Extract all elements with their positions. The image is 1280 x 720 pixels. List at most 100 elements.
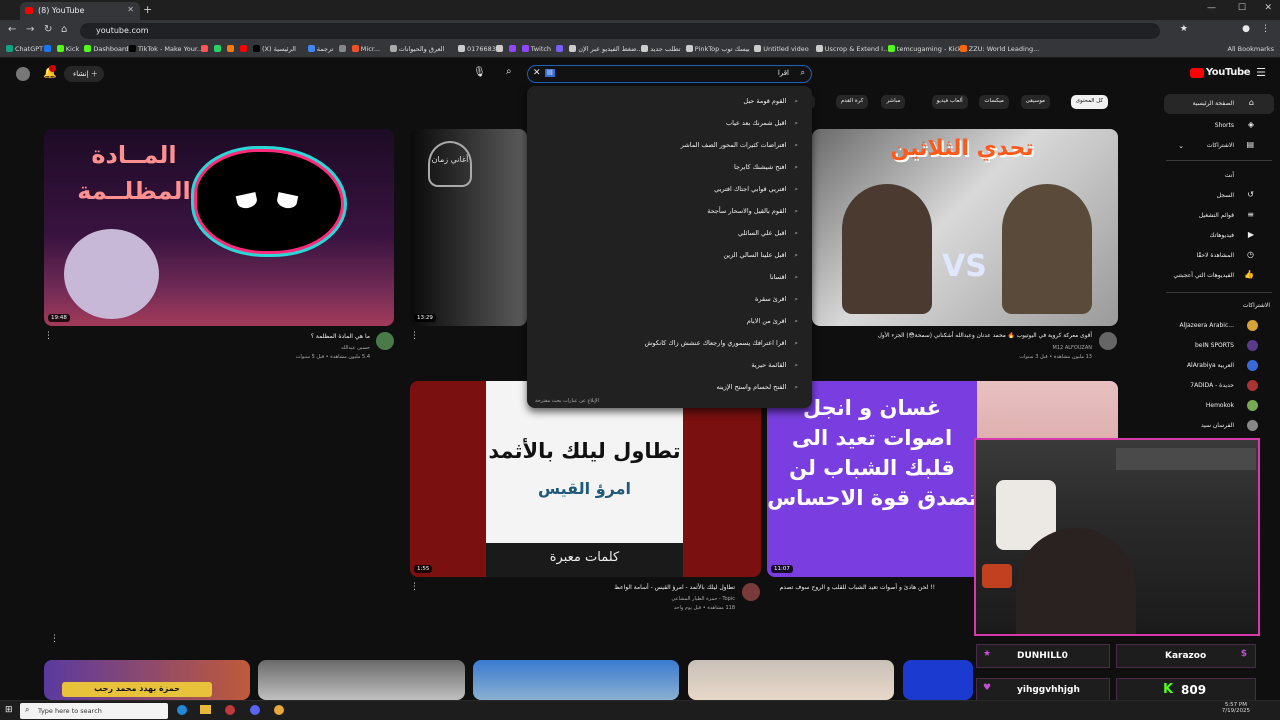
video-options-icon[interactable]: ⋮ [410,582,419,592]
bookmark-item[interactable]: 0176683 [458,45,496,53]
bookmark-item[interactable] [556,45,565,53]
bookmark-item[interactable]: Kick [56,45,79,53]
sidebar-item-shorts[interactable]: Shorts [1215,122,1234,129]
video-thumbnail[interactable] [473,660,679,700]
bookmark-item[interactable] [201,45,210,53]
bookmark-item[interactable]: تطلب جديد [641,45,681,53]
sidebar-item-your-videos[interactable]: فيديوهاتك [1210,232,1234,239]
hamburger-menu-icon[interactable]: ☰ [1256,66,1266,79]
bookmark-item[interactable]: ZZU: World Leading... [959,45,1039,53]
search-suggestion-item[interactable]: اقرا اعترافك يسموري وارجعاك عنشش زاك كان… [645,339,799,348]
search-suggestion-item[interactable]: اقرئ سقرة ⌕ [755,295,798,304]
sidebar-channel-item[interactable]: AlJazeera Arabic... [1179,322,1234,329]
tab-youtube[interactable]: (8) YouTube ✕ [20,2,140,20]
search-suggestion-item[interactable]: افتح شيشنك كابرجا ⌕ [734,163,798,172]
youtube-logo[interactable]: YouTube ☰ [1189,66,1266,79]
video-thumbnail[interactable]: تحدي الثلاثين VS [812,129,1118,326]
forward-icon[interactable]: → [26,24,34,35]
discord-icon[interactable] [250,705,260,715]
search-suggestion-item[interactable]: اقسانا ⌕ [770,273,798,282]
search-suggestion-item[interactable]: اقبل علي السائلي ⌕ [738,229,798,238]
bookmark-item[interactable]: ترجمة [307,45,333,53]
bookmark-item[interactable]: ChatGPT [6,45,43,53]
search-suggestion-item[interactable]: القوم بالقيل والاسحار سأجحة ⌕ [707,207,798,216]
chrome-icon[interactable] [274,705,284,715]
video-options-icon[interactable]: ⋮ [410,331,419,341]
video-thumbnail[interactable]: حمزة بهدد محمد رجب [44,660,250,700]
chip-filter[interactable]: كل المحتوى [1070,95,1108,109]
bookmark-item[interactable]: PinkTop بيسك توب [685,45,750,53]
chip-filter[interactable]: مباشر [881,95,906,109]
chip-filter[interactable]: ألعاب فيديو [931,95,968,109]
microphone-icon[interactable]: 🎙 [473,67,486,78]
file-explorer-icon[interactable] [200,705,211,714]
close-window-icon[interactable]: ✕ [1264,3,1272,13]
video-options-icon[interactable]: ⋮ [44,331,53,341]
bookmark-item[interactable]: Uscrop & Extend I... [815,45,889,53]
edge-icon[interactable] [177,705,187,715]
video-thumbnail[interactable]: المــادة المظلــمة 19:48 [44,129,394,326]
video-title[interactable]: !! لحن هادئ و أصوات تعيد الشباب للقلب و … [780,584,935,591]
bookmark-item[interactable]: temcugaming - Kick... [887,45,968,53]
create-button[interactable]: إنشاء ＋ [64,66,104,82]
search-suggestion-item[interactable]: القوم قومة حبل ⌕ [743,97,798,106]
home-icon[interactable]: ⌂ [61,24,67,35]
video-channel[interactable]: حسين عبدالله [341,345,370,351]
video-thumbnail[interactable]: أغاني زمان 13:29 [410,129,527,326]
avatar[interactable] [16,67,30,81]
chevron-down-icon[interactable]: ⌄ [1178,142,1184,150]
bookmark-item[interactable] [508,45,518,53]
bookmark-item[interactable] [338,45,348,53]
sidebar-item-liked[interactable]: الفيديوهات التي أعجبتني [1173,272,1234,279]
search-suggestion-item[interactable]: افتريي قوابي اجتاك افتريي ⌕ [714,185,798,194]
chip-filter[interactable]: موسيقى [1020,95,1050,109]
sidebar-channel-item[interactable]: 7ADIDA - حديدة [1190,382,1234,389]
bookmark-item[interactable] [495,45,505,53]
bookmark-item[interactable] [214,45,223,53]
app-icon[interactable] [225,705,235,715]
bookmark-item[interactable]: Dashboard [84,45,129,53]
bookmark-item[interactable]: ضغط الفيديو عبر الإن... [569,45,643,53]
search-input[interactable]: ✕ ااا اقرا ⌕ [527,65,812,83]
chip-filter[interactable]: ميكسات [979,95,1009,109]
video-title[interactable]: أقوى معركة كروية في اليوتيوب 🔥 محمد عدنا… [878,333,1092,339]
search-suggestion-item[interactable]: القائمة حيرية ⌕ [751,361,798,370]
search-icon[interactable]: ⌕ [506,66,512,77]
chip-filter[interactable]: كرة القدم [835,95,869,109]
sidebar-channel-item[interactable]: beIN SPORTS [1195,342,1234,349]
minimize-icon[interactable]: — [1207,3,1216,13]
video-title[interactable]: تطاول ليلك بالأثمد - امرؤ القيس - أسامة … [614,584,735,591]
report-suggestions-link[interactable]: الإبلاغ عن عبارات بحث مقترحة [535,398,599,404]
bookmark-item[interactable] [227,45,236,53]
bookmark-item[interactable]: Untitled video [754,45,809,53]
search-suggestion-item[interactable]: اقبل علينا السالي الزين ⌕ [723,251,798,260]
bookmark-item[interactable]: TikTok - Make Your... [129,45,203,53]
bookmark-item[interactable] [43,45,53,53]
search-suggestion-item[interactable]: اقبل شمرنك بعد عياب ⌕ [726,119,798,128]
video-channel[interactable]: Topic - حمزة الطيار المشاعي [672,596,736,602]
sidebar-item-subscriptions[interactable]: الاشتراكات [1207,142,1234,149]
back-icon[interactable]: ← [8,24,16,35]
video-thumbnail[interactable] [688,660,894,700]
video-title[interactable]: ما هي المادة المظلمة ؟ [311,333,370,340]
url-input[interactable]: youtube.com [80,23,1160,39]
search-suggestion-item[interactable]: الفتح لحسام واستح الإزينه ⌕ [716,383,798,392]
reload-icon[interactable]: ↻ [44,24,52,35]
video-thumbnail[interactable] [258,660,465,700]
bookmark-item[interactable]: Twitch [521,45,551,53]
sidebar-item-watch-later[interactable]: المشاهدة لاحقًا [1196,252,1234,259]
maximize-icon[interactable]: ☐ [1238,3,1246,13]
search-suggestion-item[interactable]: افتراضات كثيرات المحور الصف الماشر ⌕ [681,141,798,150]
channel-avatar[interactable] [742,583,760,601]
bookmark-item[interactable]: العرق والحيوانات [389,45,444,53]
bookmark-item[interactable]: (X) الرئيسية [253,45,296,53]
all-bookmarks-button[interactable]: All Bookmarks [1228,45,1274,53]
sidebar-channel-item[interactable]: الفرسان سيد [1201,422,1234,429]
sidebar-item-history[interactable]: السجل [1217,192,1234,199]
kebab-menu-icon[interactable]: ⋮ [1261,24,1270,34]
search-suggestion-item[interactable]: اقرئ من الايام ⌕ [747,317,798,326]
bookmark-item[interactable]: Micr... [351,45,380,53]
video-thumbnail[interactable]: تطاول ليلك بالأثمد امرؤ القيس كلمات معبر… [410,381,761,577]
bookmark-item[interactable] [240,45,249,53]
windows-start-icon[interactable]: ⊞ [5,705,13,715]
